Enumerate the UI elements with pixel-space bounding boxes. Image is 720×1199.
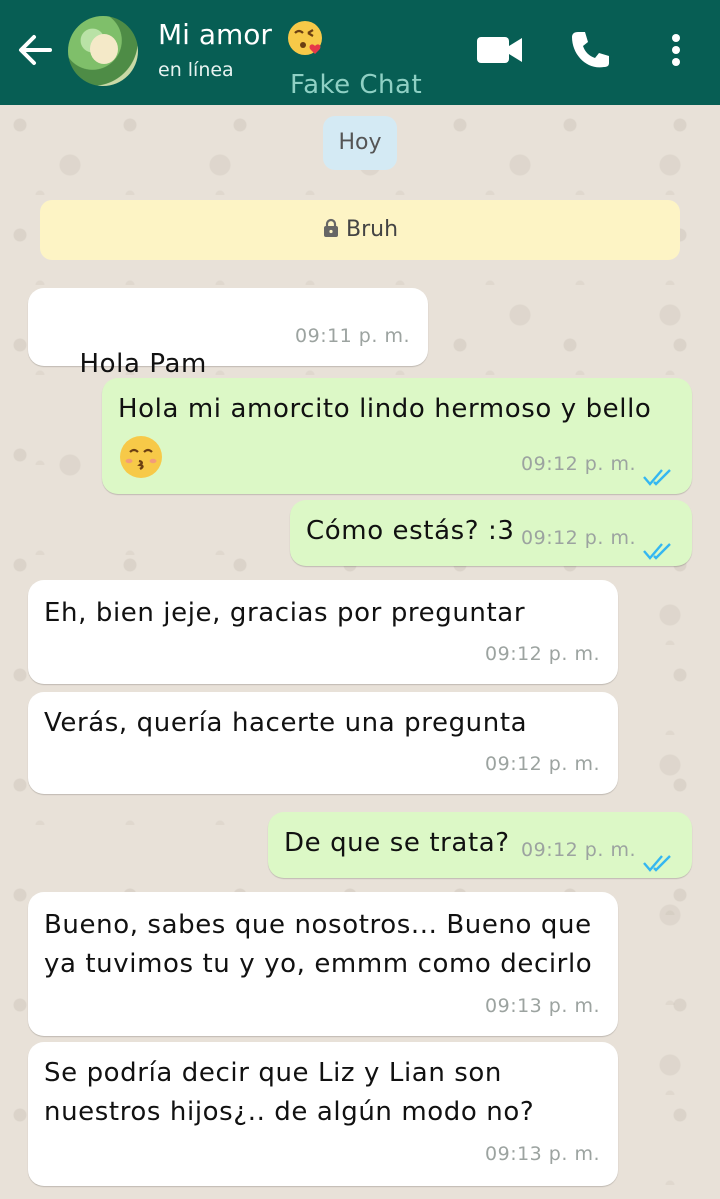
message-time: 09:11 p. m. — [295, 325, 410, 347]
avatar[interactable] — [68, 16, 138, 86]
message-text: Se podría decir que Liz y Lian son nuest… — [44, 1058, 535, 1127]
message-time: 09:12 p. m. — [521, 453, 636, 475]
message-text: Hola mi amorcito lindo hermoso y bello — [118, 394, 652, 424]
message-time: 09:12 p. m. — [521, 839, 636, 861]
message-time: 09:13 p. m. — [485, 1143, 600, 1165]
message-bubble-incoming[interactable]: Bueno, sabes que nosotros... Bueno que y… — [28, 892, 618, 1036]
message-time: 09:12 p. m. — [485, 643, 600, 665]
contact-status: en línea — [158, 59, 234, 81]
system-message: Bruh — [40, 200, 680, 260]
message-bubble-outgoing[interactable]: De que se trata? 09:12 p. m. — [268, 812, 692, 878]
message-text: Hola Pam — [79, 349, 207, 379]
message-bubble-incoming[interactable]: Eh, bien jeje, gracias por preguntar 09:… — [28, 580, 618, 684]
date-chip: Hoy — [323, 116, 397, 170]
system-message-text: Bruh — [345, 217, 399, 242]
chat-header: Mi amor en línea Fake Chat — [0, 0, 720, 105]
back-arrow-icon[interactable] — [14, 30, 54, 70]
message-bubble-outgoing[interactable]: Cómo estás? :3 09:12 p. m. — [290, 500, 692, 566]
read-ticks-icon — [642, 534, 676, 560]
message-text: Verás, quería hacerte una pregunta — [44, 708, 528, 738]
read-ticks-icon — [642, 846, 676, 872]
phone-icon[interactable] — [564, 26, 616, 74]
message-bubble-incoming[interactable]: Verás, quería hacerte una pregunta 09:12… — [28, 692, 618, 794]
message-bubble-incoming[interactable]: Hola Pam 09:11 p. m. — [28, 288, 428, 463]
fake-chat-watermark: Fake Chat — [290, 70, 423, 100]
message-text: Bueno, sabes que nosotros... Bueno que y… — [44, 910, 593, 979]
message-bubble-outgoing[interactable]: Hola mi amorcito lindo hermoso y bello 0… — [102, 378, 692, 494]
message-time: 09:12 p. m. — [521, 527, 636, 549]
more-options-icon[interactable] — [656, 26, 708, 74]
lock-icon — [322, 202, 340, 262]
contact-name[interactable]: Mi amor — [158, 18, 272, 51]
video-call-icon[interactable] — [474, 26, 526, 74]
kiss-emoji-icon — [285, 18, 325, 58]
message-bubble-incoming[interactable]: Se podría decir que Liz y Lian son nuest… — [28, 1042, 618, 1186]
message-time: 09:12 p. m. — [485, 753, 600, 775]
read-ticks-icon — [642, 460, 676, 486]
message-time: 09:13 p. m. — [485, 995, 600, 1017]
message-text: Eh, bien jeje, gracias por preguntar — [44, 598, 526, 628]
kissing-face-emoji — [118, 434, 164, 492]
